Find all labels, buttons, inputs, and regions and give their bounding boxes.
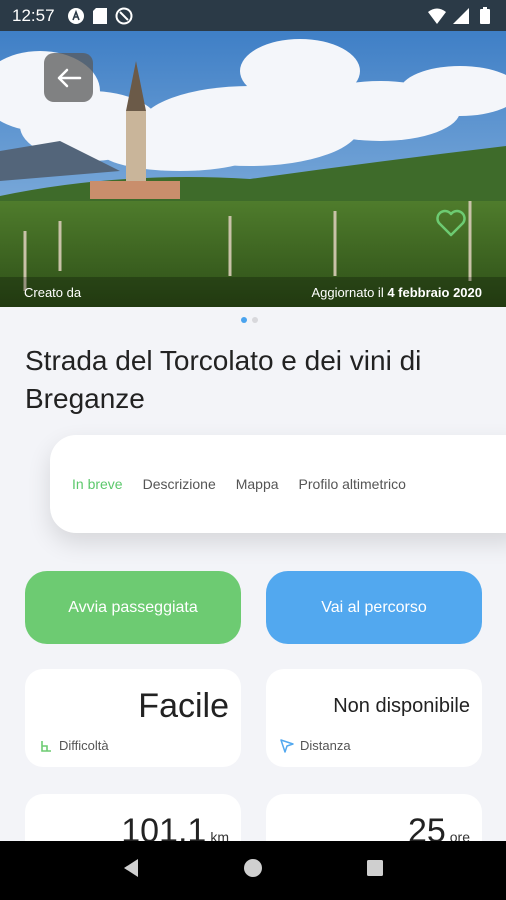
system-nav-bar [0,841,506,900]
square-recents-icon [367,860,384,876]
carousel-dot [252,317,258,323]
distance-label: Distanza [300,738,351,753]
hero-footer: Creato da Aggiornato il 4 febbraio 2020 [0,277,506,307]
heart-icon [436,209,466,237]
status-time: 12:57 [12,5,55,25]
updated-info: Aggiornato il 4 febbraio 2020 [311,285,482,300]
nav-recents-button[interactable] [366,859,384,882]
signal-icon [452,7,470,25]
status-bar: 12:57 [0,0,506,31]
distance-caption: Distanza [280,738,351,753]
distance-value: Non disponibile [333,695,470,717]
circle-home-icon [243,859,262,877]
created-by-label: Creato da [24,284,82,300]
tab-in-breve[interactable]: In breve [62,476,133,492]
arrow-left-icon [57,68,81,87]
page-title: Strada del Torcolato e dei vini di Brega… [25,345,422,414]
updated-prefix: Aggiornato il [311,284,384,300]
tab-bar: In breve Descrizione Mappa Profilo altim… [50,435,506,533]
difficulty-card: Facile Difficoltà [25,669,241,767]
triangle-back-icon [123,859,138,877]
nav-back-button[interactable] [122,858,140,883]
wifi-icon [428,7,446,25]
app-notification-icon [67,7,85,25]
sd-card-icon [91,7,109,25]
distance-card: Non disponibile Distanza [266,669,482,767]
start-walk-button[interactable]: Avvia passeggiata [25,571,241,644]
hero-image: Creato da Aggiornato il 4 febbraio 2020 [0,31,506,307]
carousel-dots [241,317,258,323]
go-to-route-button[interactable]: Vai al percorso [266,571,482,644]
updated-date: 4 febbraio 2020 [387,284,482,300]
difficulty-caption: Difficoltà [39,738,109,753]
tab-descrizione[interactable]: Descrizione [133,476,226,492]
battery-icon [476,7,494,25]
back-button[interactable] [44,53,93,102]
data-saver-icon [115,7,133,25]
nav-home-button[interactable] [243,858,263,883]
hiker-icon [41,740,51,752]
difficulty-value: Facile [138,687,229,725]
favorite-button[interactable] [434,206,468,240]
tab-mappa[interactable]: Mappa [226,476,289,492]
carousel-dot-active [241,317,247,323]
navigation-arrow-icon [280,738,294,753]
tab-profilo-altimetrico[interactable]: Profilo altimetrico [289,476,416,492]
difficulty-label: Difficoltà [59,738,109,753]
